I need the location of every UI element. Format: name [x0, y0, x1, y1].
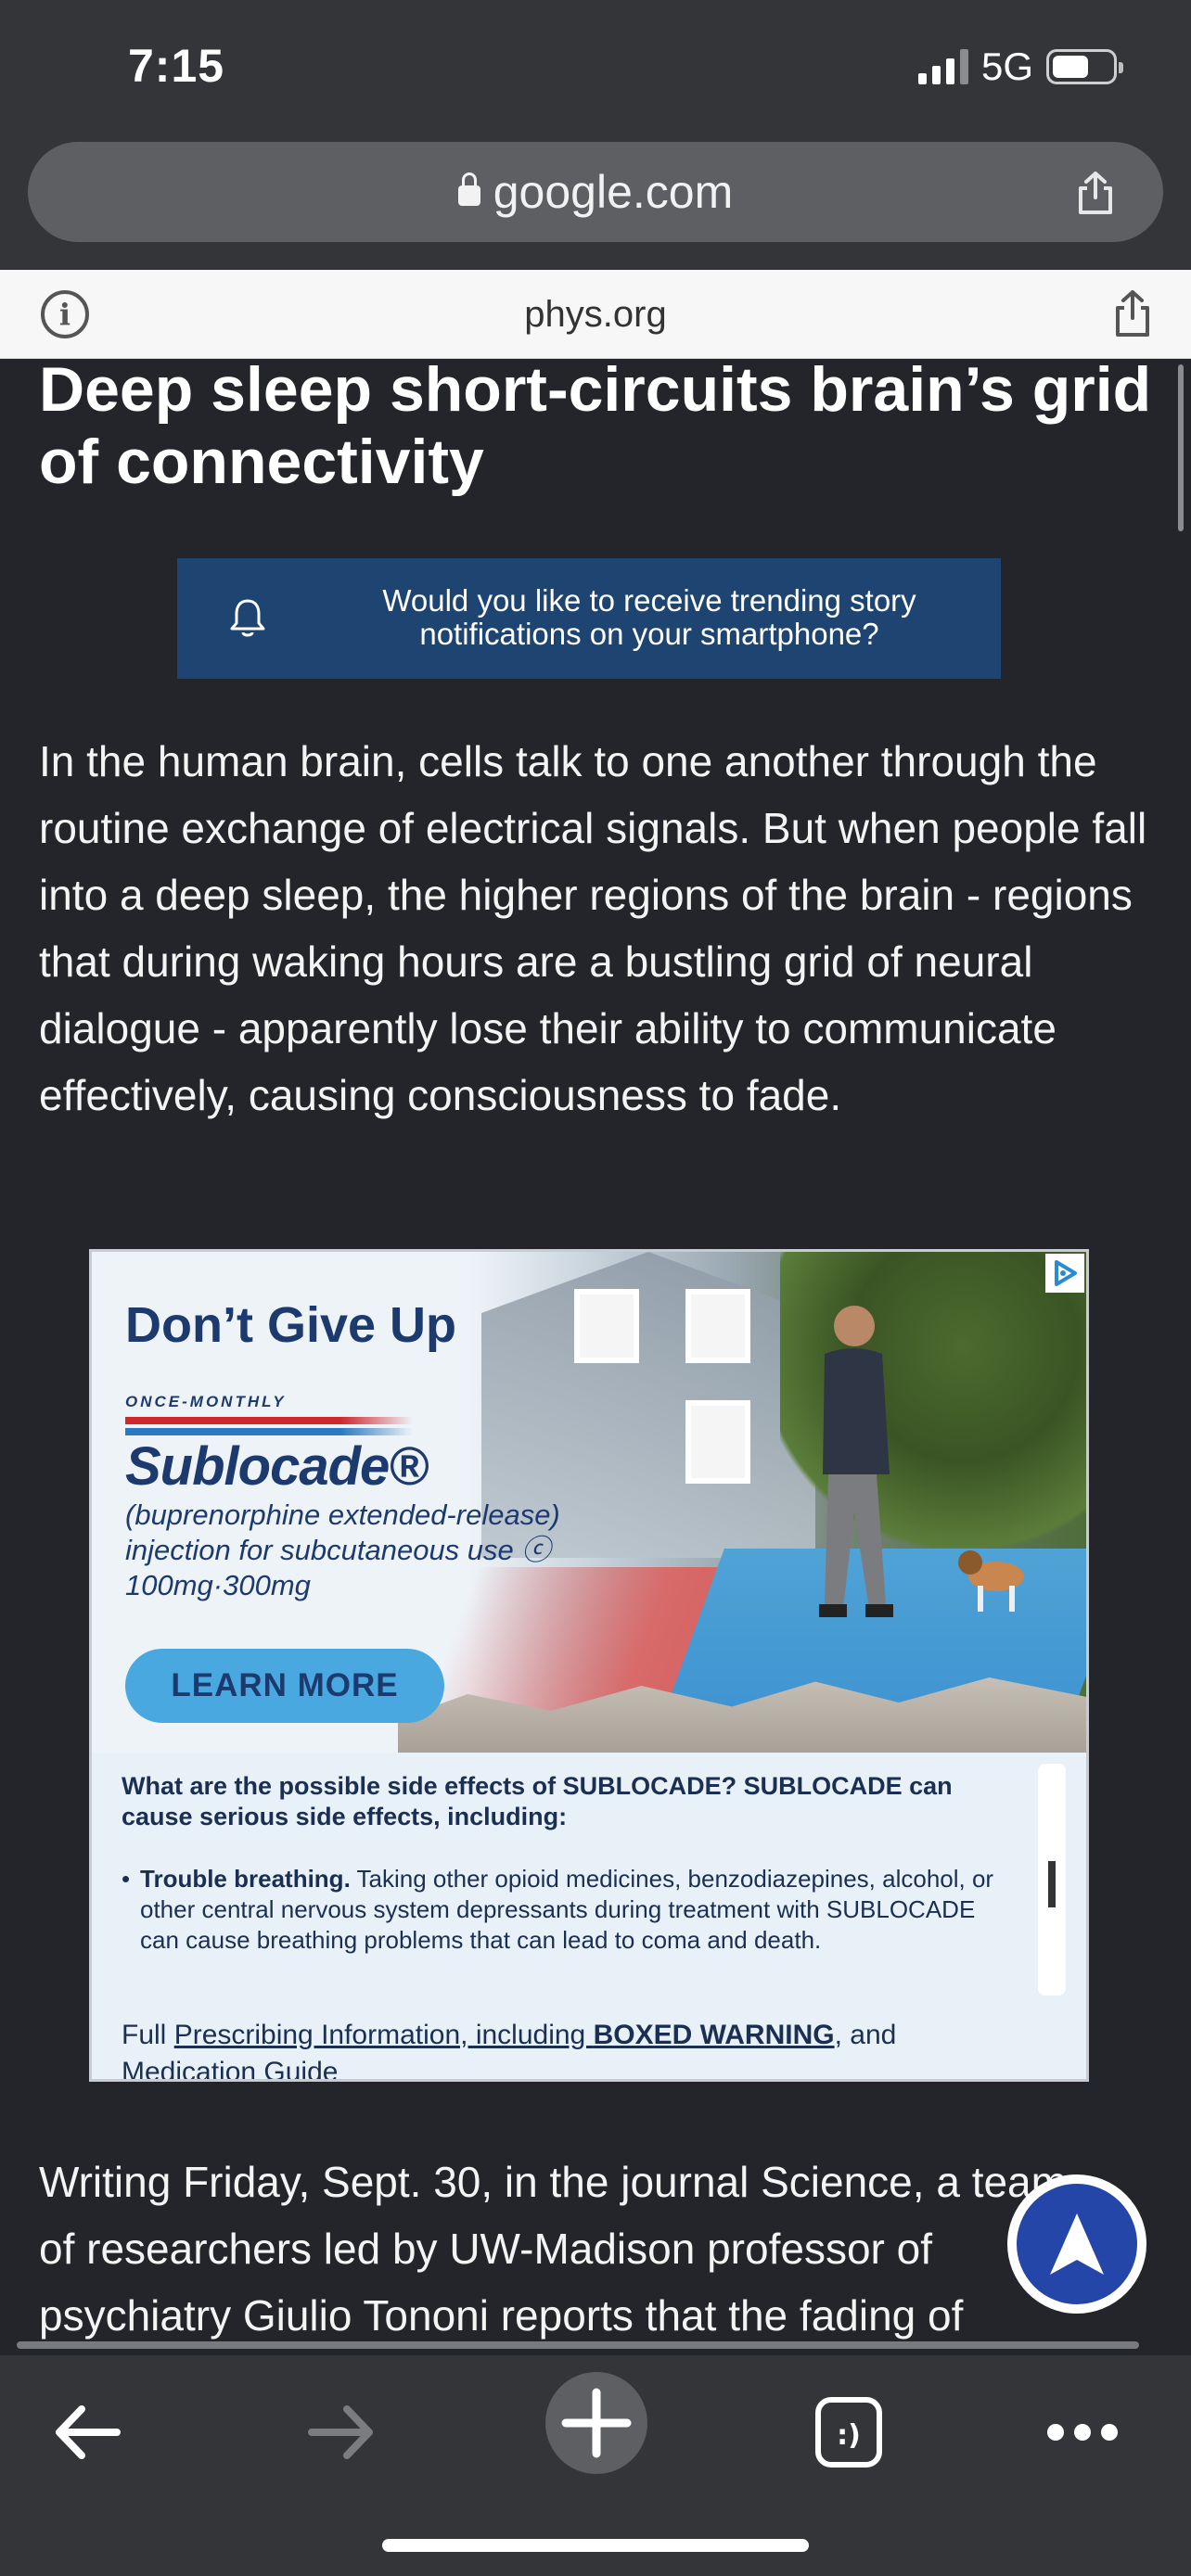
- ad-footer-mid: , and: [834, 2020, 897, 2050]
- bell-icon: [230, 599, 265, 637]
- ad-man-walking-image: [819, 1306, 893, 1617]
- ad-house-window: [574, 1289, 639, 1363]
- status-indicators: 5G: [917, 45, 1123, 89]
- page-progress-bar: [17, 2341, 1139, 2349]
- share-icon[interactable]: [1109, 288, 1156, 338]
- ad-dog-image: [958, 1550, 1024, 1612]
- browser-toolbar: :): [0, 2355, 1191, 2576]
- notification-prompt-text: Would you like to receive trending story…: [382, 583, 916, 651]
- ad-isi-scroll-thumb[interactable]: [1048, 1861, 1056, 1907]
- tabs-icon[interactable]: :): [798, 2381, 900, 2483]
- ad-headline: Don’t Give Up: [125, 1297, 457, 1353]
- ad-description: (buprenorphine extended-release) injecti…: [125, 1498, 560, 1601]
- ad-house-window: [685, 1289, 750, 1363]
- ad-footer: Full Prescribing Information, including …: [122, 2017, 1012, 2079]
- share-icon[interactable]: [1072, 170, 1119, 216]
- arrow-up-icon: [1050, 2213, 1104, 2275]
- ad-isi-bullet: • Trouble breathing. Taking other opioid …: [122, 1864, 1012, 1956]
- article-paragraph: In the human brain, cells talk to one an…: [39, 737, 1147, 1119]
- prescribing-info-link-text: Prescribing Information, including: [173, 2020, 594, 2050]
- prescribing-info-link[interactable]: Prescribing Information, including BOXED…: [174, 2020, 835, 2050]
- url-bar[interactable]: google.com: [28, 142, 1163, 242]
- notification-prompt[interactable]: Would you like to receive trending story…: [177, 558, 1001, 679]
- scroll-to-top-button[interactable]: [1007, 2174, 1146, 2314]
- signal-icon: [917, 49, 968, 84]
- lock-icon: [457, 172, 480, 206]
- article-paragraph: Writing Friday, Sept. 30, in the journal…: [39, 2158, 1067, 2340]
- ad-eyebrow: ONCE-MONTHLY: [125, 1393, 287, 1410]
- plus-icon: [561, 2388, 632, 2458]
- bullet-icon: •: [122, 1865, 131, 1893]
- battery-icon: [1046, 49, 1123, 84]
- more-icon[interactable]: [1031, 2381, 1133, 2483]
- forward-icon[interactable]: [291, 2381, 393, 2483]
- ad-isi-heading: What are the possible side effects of SU…: [122, 1772, 953, 1830]
- scroll-indicator: [1178, 364, 1184, 531]
- ad-image[interactable]: Don’t Give Up ONCE-MONTHLY Sublocade® (b…: [92, 1252, 1086, 1762]
- ad-isi-scrollbar[interactable]: [1038, 1764, 1066, 1996]
- ad-stripe-blue: [125, 1428, 413, 1435]
- article-headline: Deep sleep short-circuits brain’s grid o…: [39, 359, 1152, 497]
- amp-site-bar: i phys.org: [0, 270, 1191, 359]
- svg-text::): :): [837, 2419, 861, 2452]
- ad-choices-icon[interactable]: [1045, 1254, 1084, 1293]
- ad-isi-bullet-title: Trouble breathing.: [140, 1865, 351, 1893]
- back-icon[interactable]: [39, 2381, 141, 2483]
- ad-stripe-red: [125, 1417, 413, 1424]
- learn-more-button[interactable]: LEARN MORE: [125, 1649, 444, 1723]
- site-domain[interactable]: phys.org: [0, 294, 1191, 336]
- article-content[interactable]: Deep sleep short-circuits brain’s grid o…: [0, 359, 1191, 2355]
- new-tab-button[interactable]: [545, 2372, 647, 2474]
- url-domain: google.com: [493, 166, 734, 218]
- url-display[interactable]: google.com: [28, 165, 1163, 219]
- status-time: 7:15: [128, 40, 225, 92]
- status-bar: 7:15 5G: [0, 0, 1191, 134]
- home-indicator[interactable]: [382, 2539, 809, 2552]
- ad-footer-prefix: Full: [122, 2020, 174, 2050]
- ad-brand: Sublocade®: [125, 1436, 429, 1497]
- ad-safety-info[interactable]: What are the possible side effects of SU…: [92, 1753, 1086, 2079]
- medication-guide-link[interactable]: Medication Guide: [122, 2057, 338, 2079]
- url-bar-container: google.com: [0, 134, 1191, 270]
- ad-house-window: [685, 1400, 750, 1484]
- advertisement[interactable]: Don’t Give Up ONCE-MONTHLY Sublocade® (b…: [89, 1249, 1089, 2082]
- boxed-warning-text: BOXED WARNING: [593, 2020, 835, 2050]
- network-label: 5G: [980, 45, 1033, 88]
